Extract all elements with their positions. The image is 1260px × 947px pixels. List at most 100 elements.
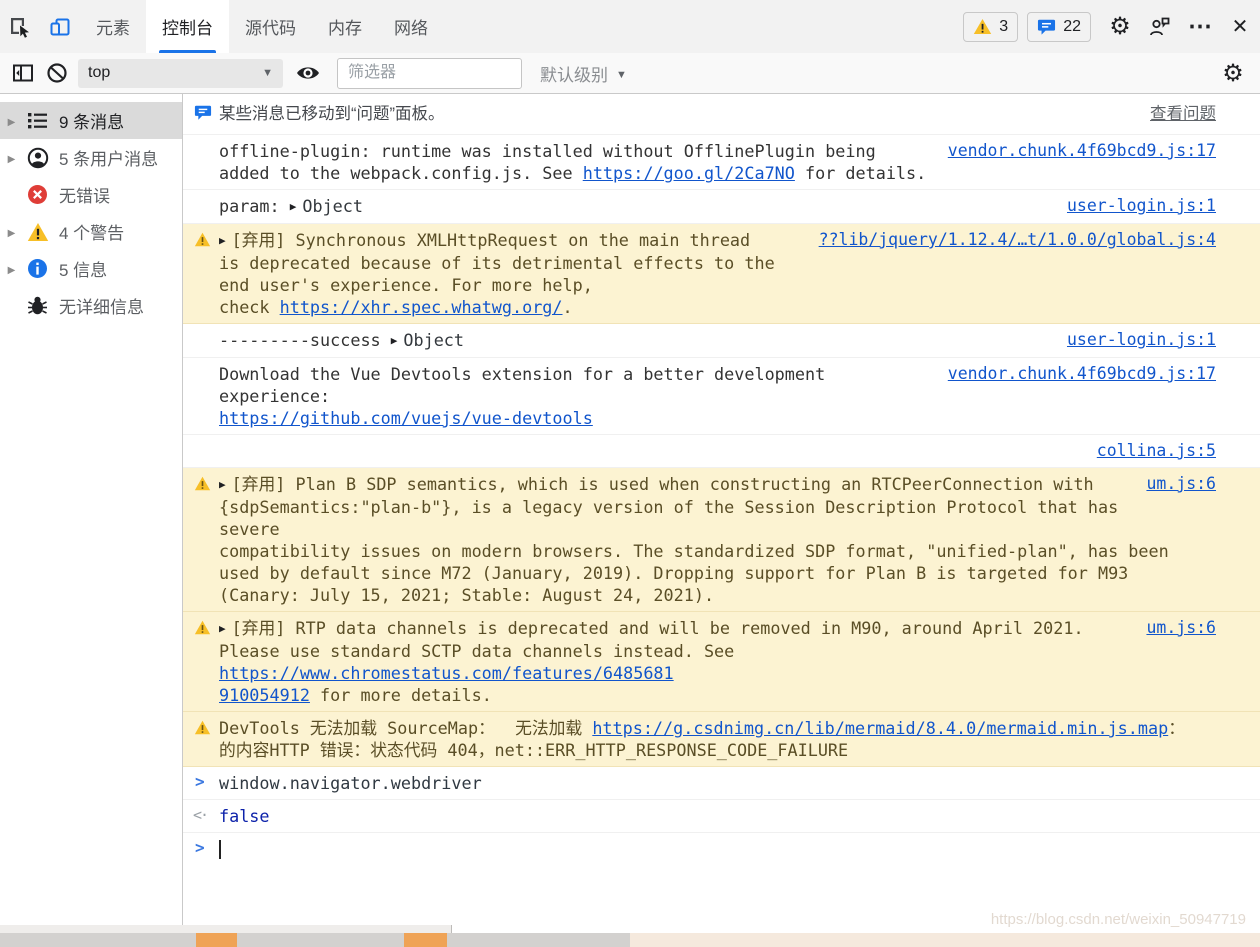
sidebar-item-info[interactable]: 5 信息 <box>0 250 182 287</box>
expand-triangle-icon[interactable] <box>219 474 232 494</box>
devtools-tabbar: 元素 控制台 源代码 内存 网络 3 22 <box>0 0 1260 53</box>
page-strip-orange-segment <box>404 933 447 947</box>
sidebar-item-label: 5 条用户消息 <box>59 145 158 170</box>
message-text: [弃用] Plan B SDP semantics, which is used… <box>219 474 1169 605</box>
warning-triangle-icon <box>973 18 992 35</box>
sidebar-item-errors[interactable]: 无错误 <box>0 176 182 213</box>
message-text: for details. <box>795 163 926 183</box>
gear-icon <box>1222 59 1244 88</box>
filter-input[interactable] <box>337 58 522 89</box>
source-link[interactable]: user-login.js:1 <box>1067 329 1216 351</box>
inspect-element-button[interactable] <box>0 0 40 53</box>
issues-warning-badge[interactable]: 3 <box>963 12 1018 42</box>
expand-arrow-icon[interactable] <box>3 112 20 130</box>
console-message-warning: ??lib/jquery/1.12.4/…t/1.0.0/global.js:4… <box>183 224 1260 324</box>
text-cursor <box>219 840 221 859</box>
console-notice: 查看问题某些消息已移动到“问题”面板。 <box>183 94 1260 135</box>
clear-console-button[interactable] <box>40 56 74 90</box>
console-message-log: collina.js:5 <box>183 435 1260 468</box>
source-link[interactable]: ??lib/jquery/1.12.4/…t/1.0.0/global.js:4 <box>819 229 1216 251</box>
source-link[interactable]: vendor.chunk.4f69bcd9.js:17 <box>948 363 1216 385</box>
console-message-badge[interactable]: 22 <box>1027 12 1091 42</box>
message-text: [弃用] RTP data channels is deprecated and… <box>219 618 1084 661</box>
sidebar-item-label: 无详细信息 <box>59 293 144 318</box>
source-link[interactable]: um.js:6 <box>1146 473 1216 495</box>
warning-icon <box>194 720 212 738</box>
object-preview[interactable]: Object <box>302 196 363 216</box>
tab-console[interactable]: 控制台 <box>146 0 229 53</box>
message-text: Download the Vue Devtools extension for … <box>219 364 825 406</box>
expand-arrow-icon[interactable] <box>3 223 20 241</box>
repl-expression: window.navigator.webdriver <box>219 773 482 793</box>
dock-side-button[interactable] <box>6 56 40 90</box>
message-link[interactable]: https://goo.gl/2Ca7NO <box>583 163 795 183</box>
warning-count: 3 <box>999 18 1008 36</box>
console-prompt-icon <box>195 771 205 793</box>
message-text: for more details. <box>310 685 492 705</box>
sidebar-item-user-messages[interactable]: 5 条用户消息 <box>0 139 182 176</box>
tab-elements[interactable]: 元素 <box>80 0 146 53</box>
source-link[interactable]: vendor.chunk.4f69bcd9.js:17 <box>948 140 1216 162</box>
sidebar-item-label: 4 个警告 <box>59 219 124 244</box>
sidebar-item-all-messages[interactable]: 9 条消息 <box>0 102 182 139</box>
expand-arrow-icon[interactable] <box>3 149 20 167</box>
expand-triangle-icon[interactable] <box>290 196 303 216</box>
console-messages: 查看问题某些消息已移动到“问题”面板。 vendor.chunk.4f69bcd… <box>183 94 1260 932</box>
eye-icon <box>295 62 321 84</box>
view-issues-link[interactable]: 查看问题 <box>1150 103 1216 125</box>
inspect-icon <box>8 15 32 39</box>
page-strip-beige-segment <box>630 933 1260 947</box>
live-expression-button[interactable] <box>291 56 325 90</box>
sidebar-item-warnings[interactable]: 4 个警告 <box>0 213 182 250</box>
more-options-button[interactable] <box>1180 0 1220 53</box>
message-link[interactable]: https://xhr.spec.whatwg.org/ <box>280 297 563 317</box>
console-message-warning: um.js:6 [弃用] RTP data channels is depreca… <box>183 612 1260 712</box>
warning-icon <box>194 620 212 638</box>
frame-context-select[interactable]: top <box>78 59 283 88</box>
console-message-warning: um.js:6[弃用] Plan B SDP semantics, which … <box>183 468 1260 612</box>
console-message-log: user-login.js:1param: Object <box>183 190 1260 224</box>
bug-icon <box>26 294 49 317</box>
message-link[interactable]: https://g.csdnimg.cn/lib/mermaid/8.4.0/m… <box>592 718 1168 738</box>
tab-memory[interactable]: 内存 <box>312 0 378 53</box>
expand-triangle-icon[interactable] <box>219 618 232 638</box>
tab-sources[interactable]: 源代码 <box>229 0 312 53</box>
message-text: DevTools 无法加载 SourceMap： 无法加载 <box>219 718 592 738</box>
source-link[interactable]: um.js:6 <box>1146 617 1216 639</box>
source-link[interactable]: user-login.js:1 <box>1067 195 1216 217</box>
console-message-log: vendor.chunk.4f69bcd9.js:17offline-plugi… <box>183 135 1260 190</box>
result-arrow-icon <box>193 804 207 826</box>
error-icon <box>26 183 49 206</box>
message-text: ---------success <box>219 330 391 350</box>
expand-arrow-icon[interactable] <box>3 260 20 278</box>
object-preview[interactable]: Object <box>403 330 464 350</box>
console-message-warning: DevTools 无法加载 SourceMap： 无法加载 https://g.… <box>183 712 1260 767</box>
chat-bubble-icon <box>194 104 212 122</box>
info-icon <box>26 257 49 280</box>
page-strip-orange-segment <box>196 933 237 947</box>
console-prompt[interactable] <box>183 833 1260 865</box>
message-count: 22 <box>1063 18 1081 36</box>
source-link[interactable]: collina.js:5 <box>1097 440 1216 462</box>
settings-button[interactable] <box>1100 0 1140 53</box>
expand-triangle-icon[interactable] <box>219 230 232 250</box>
log-level-select[interactable]: 默认级别 <box>540 61 627 86</box>
sidebar-item-label: 无错误 <box>59 182 110 207</box>
dock-side-icon <box>12 62 34 84</box>
sidebar-item-label: 5 信息 <box>59 256 107 281</box>
expand-triangle-icon[interactable] <box>391 330 404 350</box>
frame-context-value: top <box>88 64 110 82</box>
console-message-log: vendor.chunk.4f69bcd9.js:17 Download the … <box>183 358 1260 435</box>
clear-console-icon <box>46 62 68 84</box>
console-message-log: user-login.js:1 ---------success Object <box>183 324 1260 358</box>
sidebar-item-verbose[interactable]: 无详细信息 <box>0 287 182 324</box>
user-icon <box>26 146 49 169</box>
console-settings-button[interactable] <box>1216 56 1250 90</box>
close-devtools-button[interactable] <box>1220 0 1260 53</box>
tabbar-spacer <box>444 0 963 53</box>
message-link[interactable]: https://github.com/vuejs/vue-devtools <box>219 408 593 428</box>
device-toolbar-button[interactable] <box>40 0 80 53</box>
feedback-button[interactable] <box>1140 0 1180 53</box>
tab-network[interactable]: 网络 <box>378 0 444 53</box>
repl-result-value: false <box>219 806 270 826</box>
